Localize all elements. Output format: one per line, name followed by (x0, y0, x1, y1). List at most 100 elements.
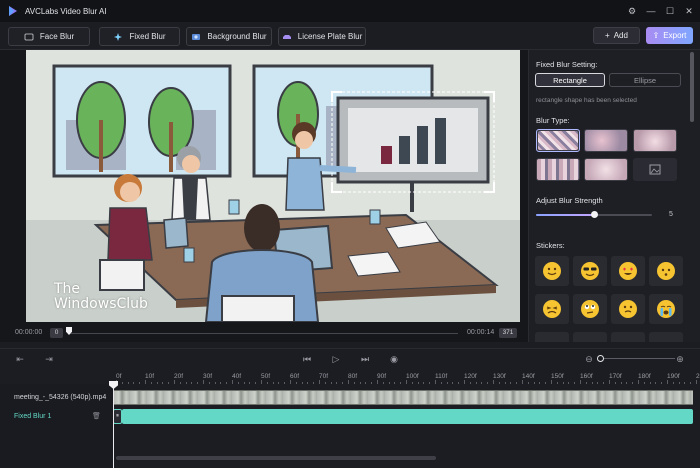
sticker-crying[interactable] (649, 294, 683, 324)
sticker-grimace[interactable] (611, 294, 645, 324)
maximize-icon[interactable]: ☐ (665, 6, 675, 16)
ruler-tick (406, 380, 407, 384)
sticker-neutral[interactable] (649, 256, 683, 286)
ruler-tick (684, 382, 686, 384)
export-button-label: Export (663, 31, 687, 40)
ruler-label: 140f (522, 373, 535, 380)
ellipse-shape-button[interactable]: Ellipse (609, 73, 681, 87)
ruler-tick (522, 380, 523, 384)
ruler-tick (307, 382, 309, 384)
ruler-tick (301, 382, 303, 384)
ruler-tick (214, 382, 216, 384)
ruler-tick (411, 382, 413, 384)
ruler-tick (290, 380, 291, 384)
zoom-in-icon[interactable]: ⊕ (675, 354, 685, 364)
blur-type-soft[interactable] (633, 129, 677, 152)
blur-type-pixel[interactable] (536, 158, 580, 181)
settings-panel: Fixed Blur Setting: Rectangle Ellipse re… (528, 50, 700, 342)
blur-type-mosaic[interactable] (536, 129, 580, 152)
ruler-tick (481, 382, 483, 384)
ruler-tick (371, 382, 373, 384)
sticker-sunglasses[interactable] (573, 256, 607, 286)
sticker-rolling-eyes[interactable] (573, 294, 607, 324)
sticker-smile[interactable] (535, 256, 569, 286)
ruler-tick (580, 380, 581, 384)
video-track-clip[interactable] (113, 390, 693, 405)
tab-face-blur[interactable]: Face Blur (8, 27, 90, 46)
ruler-tick (145, 380, 146, 384)
ruler-tick (510, 382, 512, 384)
ruler-tick (261, 380, 262, 384)
blur-strength-knob[interactable] (590, 211, 598, 218)
preview-eye-icon[interactable]: ◉ (389, 354, 399, 364)
play-icon[interactable]: ▷ (331, 354, 341, 364)
sticker-row-partial[interactable] (535, 332, 569, 342)
ruler-tick (255, 382, 257, 384)
sticker-row-partial-2[interactable] (573, 332, 607, 342)
ruler-label: 20 (696, 373, 700, 380)
video-frame[interactable]: The WindowsClub (26, 50, 520, 322)
trash-icon[interactable]: 🗑 (92, 412, 101, 420)
add-button[interactable]: + Add (593, 27, 640, 44)
close-icon[interactable]: ✕ (684, 6, 694, 16)
tab-fixed-blur[interactable]: Fixed Blur (99, 27, 180, 46)
ruler-tick (516, 382, 518, 384)
tab-face-blur-label: Face Blur (39, 32, 75, 41)
timeline-scrollbar[interactable] (116, 456, 436, 460)
sticker-heart-eyes[interactable] (611, 256, 645, 286)
ruler-tick (696, 380, 697, 384)
ruler-label: 130f (493, 373, 506, 380)
ruler-tick (284, 382, 286, 384)
timeline-zoom-knob[interactable] (597, 355, 604, 362)
sticker-row-partial-3[interactable] (611, 332, 645, 342)
export-button[interactable]: ⇪ Export (646, 27, 693, 44)
rectangle-shape-button[interactable]: Rectangle (535, 73, 605, 87)
ruler-tick (133, 382, 135, 384)
ruler-tick (440, 382, 442, 384)
ruler-tick (330, 382, 332, 384)
tab-license-plate-blur[interactable]: License Plate Blur (278, 27, 366, 46)
timeline-ruler[interactable]: 0f 10f 20f 30f 40f 50f 60f 70f 80f 90f 100f 110f 120… (113, 370, 700, 384)
scrub-track[interactable] (68, 333, 458, 334)
ruler-tick (203, 380, 204, 384)
ruler-tick (324, 382, 326, 384)
ruler-tick (313, 382, 315, 384)
ruler-tick (226, 382, 228, 384)
add-button-label: Add (613, 31, 628, 40)
gear-icon[interactable]: ⚙ (627, 6, 637, 16)
sticker-row-partial-4[interactable] (649, 332, 683, 342)
frame-end-box[interactable]: 371 (499, 328, 517, 338)
ruler-tick (562, 382, 564, 384)
frame-start-box[interactable]: 0 (50, 328, 63, 338)
timeline-zoom-track[interactable] (599, 358, 675, 359)
zoom-out-icon[interactable]: ⊖ (584, 354, 594, 364)
fixed-setting-title: Fixed Blur Setting: (536, 60, 598, 69)
panel-scrollbar[interactable] (690, 52, 694, 122)
track-labels: meeting_-_54326 (540p).mp4 Fixed Blur 1 … (0, 384, 113, 468)
next-frame-icon[interactable]: ⏭ (360, 354, 370, 364)
blur-type-custom-image[interactable] (633, 158, 677, 181)
ruler-tick (220, 382, 222, 384)
ruler-tick (429, 382, 431, 384)
split-left-icon[interactable]: ⇤ (15, 354, 25, 364)
ruler-tick (667, 380, 668, 384)
sticker-tired[interactable] (535, 294, 569, 324)
playhead-line[interactable] (113, 381, 114, 468)
watermark-line1: The (54, 281, 81, 297)
ruler-tick (533, 382, 535, 384)
ruler-tick (690, 382, 692, 384)
blur-type-frosted[interactable] (584, 158, 628, 181)
blur-type-gaussian[interactable] (584, 129, 628, 152)
previous-frame-icon[interactable]: ⏮ (302, 354, 312, 364)
ruler-tick (388, 382, 390, 384)
grimace-emoji-icon (619, 300, 637, 318)
blur-track-clip[interactable] (122, 409, 693, 424)
ruler-tick (661, 382, 663, 384)
tab-background-blur[interactable]: Background Blur (186, 27, 272, 46)
minimize-icon[interactable]: — (646, 6, 656, 16)
ruler-tick (435, 380, 436, 384)
blur-clip-handle[interactable]: ⏸ (113, 409, 122, 424)
split-right-icon[interactable]: ⇥ (44, 354, 54, 364)
ruler-tick (278, 382, 280, 384)
ruler-tick (638, 380, 639, 384)
